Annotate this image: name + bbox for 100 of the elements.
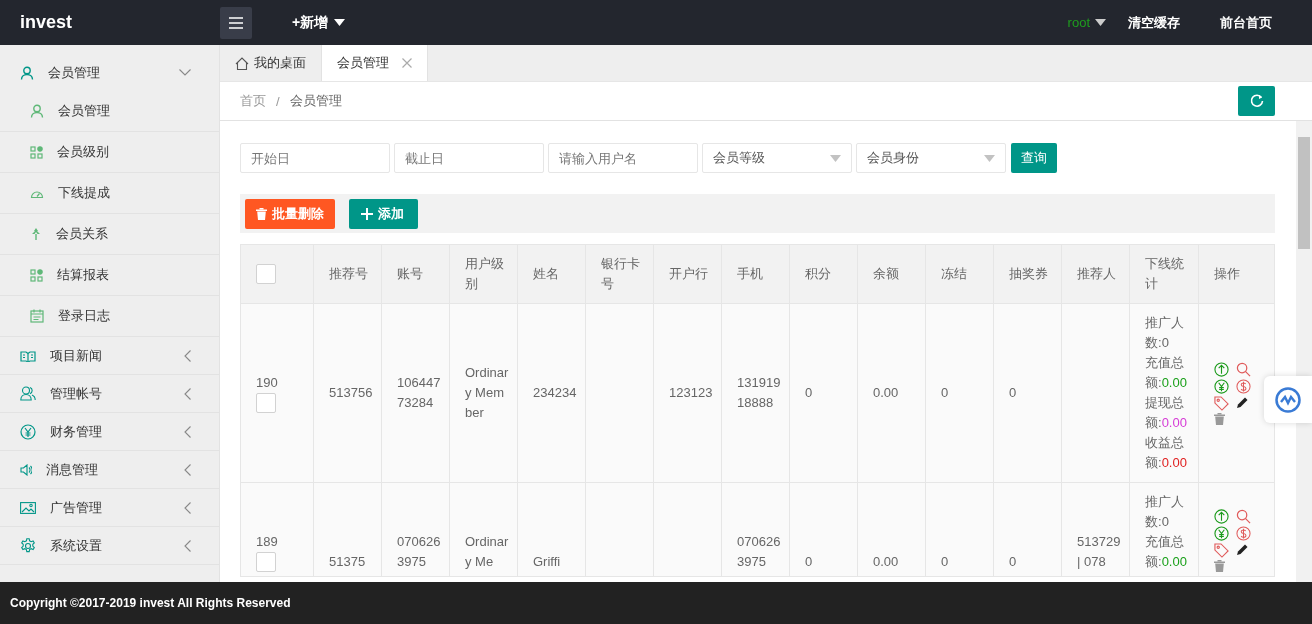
table-cell: 0 <box>925 482 994 577</box>
breadcrumb-separator: / <box>276 93 280 109</box>
table-cell: 0 <box>993 482 1062 577</box>
sidebar-group[interactable]: 财务管理 <box>0 413 219 451</box>
add-menu[interactable]: +新增 <box>292 13 346 32</box>
input-field[interactable]: 请输入用户名 <box>548 143 698 173</box>
table-cell: 51375 <box>313 482 382 577</box>
sidebar-group[interactable]: 系统设置 <box>0 527 219 565</box>
chevron-left-icon <box>184 463 191 476</box>
table-cell: 513756 <box>313 303 382 483</box>
input-field[interactable]: 截止日 <box>394 143 544 173</box>
column-header: 推荐人 <box>1061 244 1130 304</box>
people-icon <box>20 386 36 401</box>
checkbox[interactable] <box>256 264 276 284</box>
input-field[interactable]: 开始日 <box>240 143 390 173</box>
plus-icon <box>361 207 373 220</box>
chevron-left-icon <box>184 539 191 552</box>
search-icon[interactable] <box>1236 509 1251 524</box>
sidebar-item[interactable]: 会员级别 <box>0 132 219 173</box>
caret-icon <box>830 154 841 162</box>
table-cell: 0 <box>789 482 858 577</box>
refresh-icon <box>1249 94 1264 108</box>
tab[interactable]: 会员管理 <box>321 45 428 81</box>
header-link[interactable]: 清空缓存 <box>1128 13 1180 32</box>
delete-icon[interactable] <box>1214 412 1225 425</box>
menu-icon <box>229 16 243 29</box>
stat-line: 推广人数:0 <box>1145 493 1185 531</box>
stat-line: 提现总额:0.00 <box>1145 394 1188 432</box>
sidebar-item[interactable]: 下线提成 <box>0 173 219 214</box>
table-cell: 0.00 <box>857 303 926 483</box>
chevron-left-icon <box>184 425 191 438</box>
calendar-icon <box>30 309 44 323</box>
table-cell: 0 <box>925 303 994 483</box>
stat-line: 充值总额:0.00 <box>1145 354 1188 392</box>
column-header: 银行卡号 <box>585 244 654 304</box>
column-header: 抽奖券 <box>993 244 1062 304</box>
caret-icon <box>984 154 995 162</box>
settings-icon <box>20 537 36 554</box>
stat-line: 收益总额:0.00 <box>1145 434 1188 472</box>
tree-icon <box>30 228 42 240</box>
column-header: 账号 <box>381 244 450 304</box>
select-field[interactable]: 会员身份 <box>856 143 1006 173</box>
tab[interactable]: 我的桌面 <box>220 45 321 81</box>
row-id: 190 <box>256 374 279 392</box>
speaker-icon <box>20 463 32 476</box>
refresh-button[interactable] <box>1238 86 1275 116</box>
column-header: 冻结 <box>925 244 994 304</box>
select-field[interactable]: 会员等级 <box>702 143 852 173</box>
column-header: 积分 <box>789 244 858 304</box>
column-header: 姓名 <box>517 244 586 304</box>
footer-copyright: Copyright ©2017-2019 invest All Rights Reserved <box>0 582 1312 624</box>
sidebar-group[interactable]: 项目新闻 <box>0 337 219 375</box>
person-icon <box>20 65 34 80</box>
caret-icon <box>1095 19 1106 26</box>
book-icon <box>20 349 36 362</box>
sidebar-item[interactable]: 登录日志 <box>0 296 219 337</box>
floating-widget-button[interactable] <box>1264 376 1312 423</box>
chevron-left-icon <box>184 501 191 514</box>
yen-icon[interactable] <box>1214 378 1229 394</box>
breadcrumb-link[interactable]: 会员管理 <box>289 92 342 110</box>
logo: invest <box>19 12 74 33</box>
table-cell: 0706263975 <box>381 482 450 577</box>
delete-icon[interactable] <box>1214 560 1225 572</box>
user-menu[interactable]: root <box>1067 15 1106 30</box>
sidebar-group[interactable]: 广告管理 <box>0 489 219 527</box>
grid-icon <box>30 145 43 159</box>
column-header: 余额 <box>857 244 926 304</box>
column-header: 推荐号 <box>313 244 382 304</box>
search-icon[interactable] <box>1236 361 1251 377</box>
tag-icon[interactable] <box>1214 543 1229 558</box>
image-icon <box>20 501 36 514</box>
scrollbar-thumb[interactable] <box>1298 137 1310 249</box>
table-cell: 10644773284 <box>381 303 450 483</box>
add-button[interactable]: 添加 <box>349 198 418 229</box>
grid-icon <box>30 268 43 282</box>
close-icon[interactable] <box>402 58 412 68</box>
sidebar-group[interactable]: 消息管理 <box>0 451 219 489</box>
checkbox[interactable] <box>256 552 276 572</box>
sidebar-item[interactable]: 会员管理 <box>0 91 219 132</box>
sidebar-group[interactable]: 会员管理 <box>0 54 219 91</box>
sidebar-item[interactable]: 会员关系 <box>0 214 219 255</box>
sidebar-item[interactable]: 结算报表 <box>0 255 219 296</box>
menu-button[interactable] <box>220 6 252 39</box>
checkbox[interactable] <box>256 393 276 413</box>
edit-icon[interactable] <box>1236 395 1249 411</box>
row-id: 189 <box>256 533 279 551</box>
yen-icon[interactable] <box>1214 526 1229 541</box>
home-icon <box>235 56 249 70</box>
search-button[interactable]: 查询 <box>1011 143 1057 173</box>
chevron-left-icon <box>184 349 191 362</box>
header-link[interactable]: 前台首页 <box>1220 13 1272 32</box>
edit-icon[interactable] <box>1236 543 1249 558</box>
column-header: 手机 <box>721 244 790 304</box>
network-logo-icon <box>1275 386 1301 413</box>
chevron-left-icon <box>184 387 191 400</box>
table-cell: 123123 <box>653 303 722 483</box>
sidebar-group[interactable]: 管理帐号 <box>0 375 219 413</box>
tag-icon[interactable] <box>1214 395 1229 411</box>
table-cell: 13191918888 <box>721 303 790 483</box>
table-cell: 0 <box>993 303 1062 483</box>
